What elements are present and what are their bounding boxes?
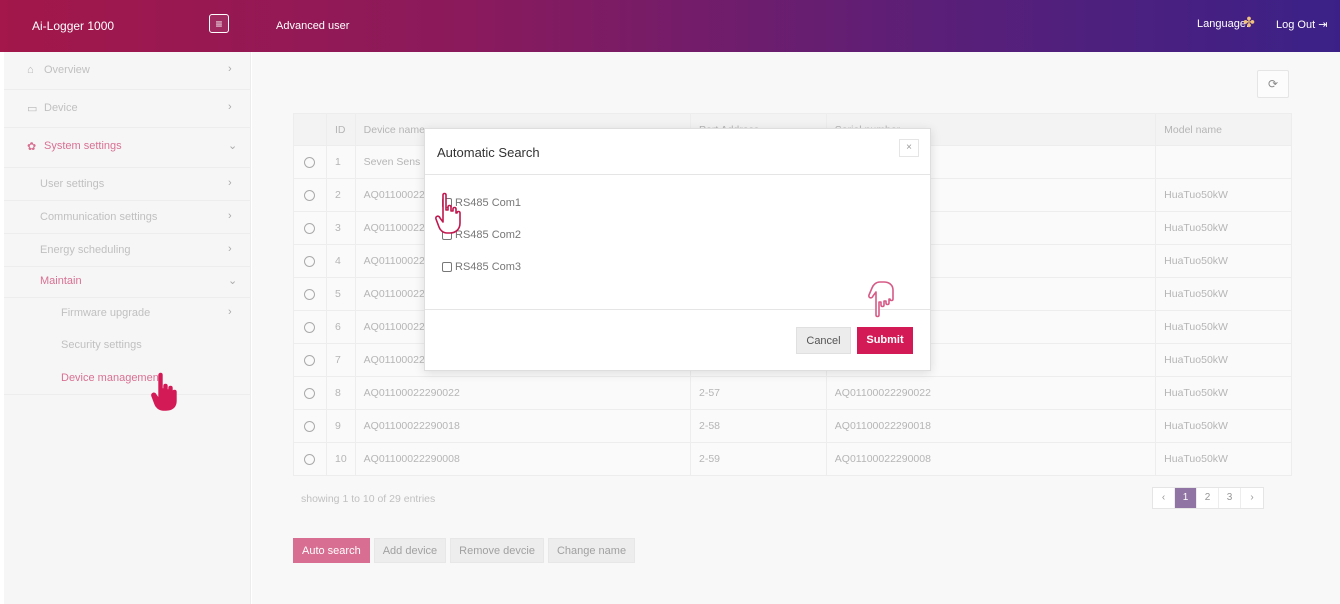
option-rs485-com3[interactable]: RS485 Com3 <box>442 261 521 273</box>
hamburger-icon[interactable]: ≡ <box>209 14 229 33</box>
user-role: Advanced user <box>276 20 350 32</box>
option-label: RS485 Com1 <box>455 197 522 209</box>
divider <box>425 309 930 310</box>
hand-pointer-icon <box>435 192 461 234</box>
option-label: RS485 Com2 <box>455 229 522 241</box>
divider <box>425 174 930 175</box>
option-label: RS485 Com3 <box>455 261 522 273</box>
cancel-button[interactable]: Cancel <box>796 327 851 354</box>
logout-label: Log Out <box>1276 19 1316 31</box>
automatic-search-dialog: Automatic Search × RS485 Com1 RS485 Com2… <box>424 128 931 371</box>
globe-icon[interactable]: ✤ <box>1241 14 1257 30</box>
top-bar: Ai-Logger 1000 ≡ Advanced user Language:… <box>0 0 1340 52</box>
hand-pointer-icon <box>151 372 177 411</box>
checkbox[interactable] <box>442 262 452 272</box>
close-icon[interactable]: × <box>899 139 919 157</box>
hand-pointer-icon <box>868 281 894 318</box>
logout-icon: ⇥ <box>1318 19 1328 31</box>
logout-button[interactable]: Log Out ⇥ <box>1276 18 1327 31</box>
submit-button[interactable]: Submit <box>857 327 913 354</box>
app-title: Ai-Logger 1000 <box>32 19 115 33</box>
dialog-title: Automatic Search <box>437 145 540 160</box>
